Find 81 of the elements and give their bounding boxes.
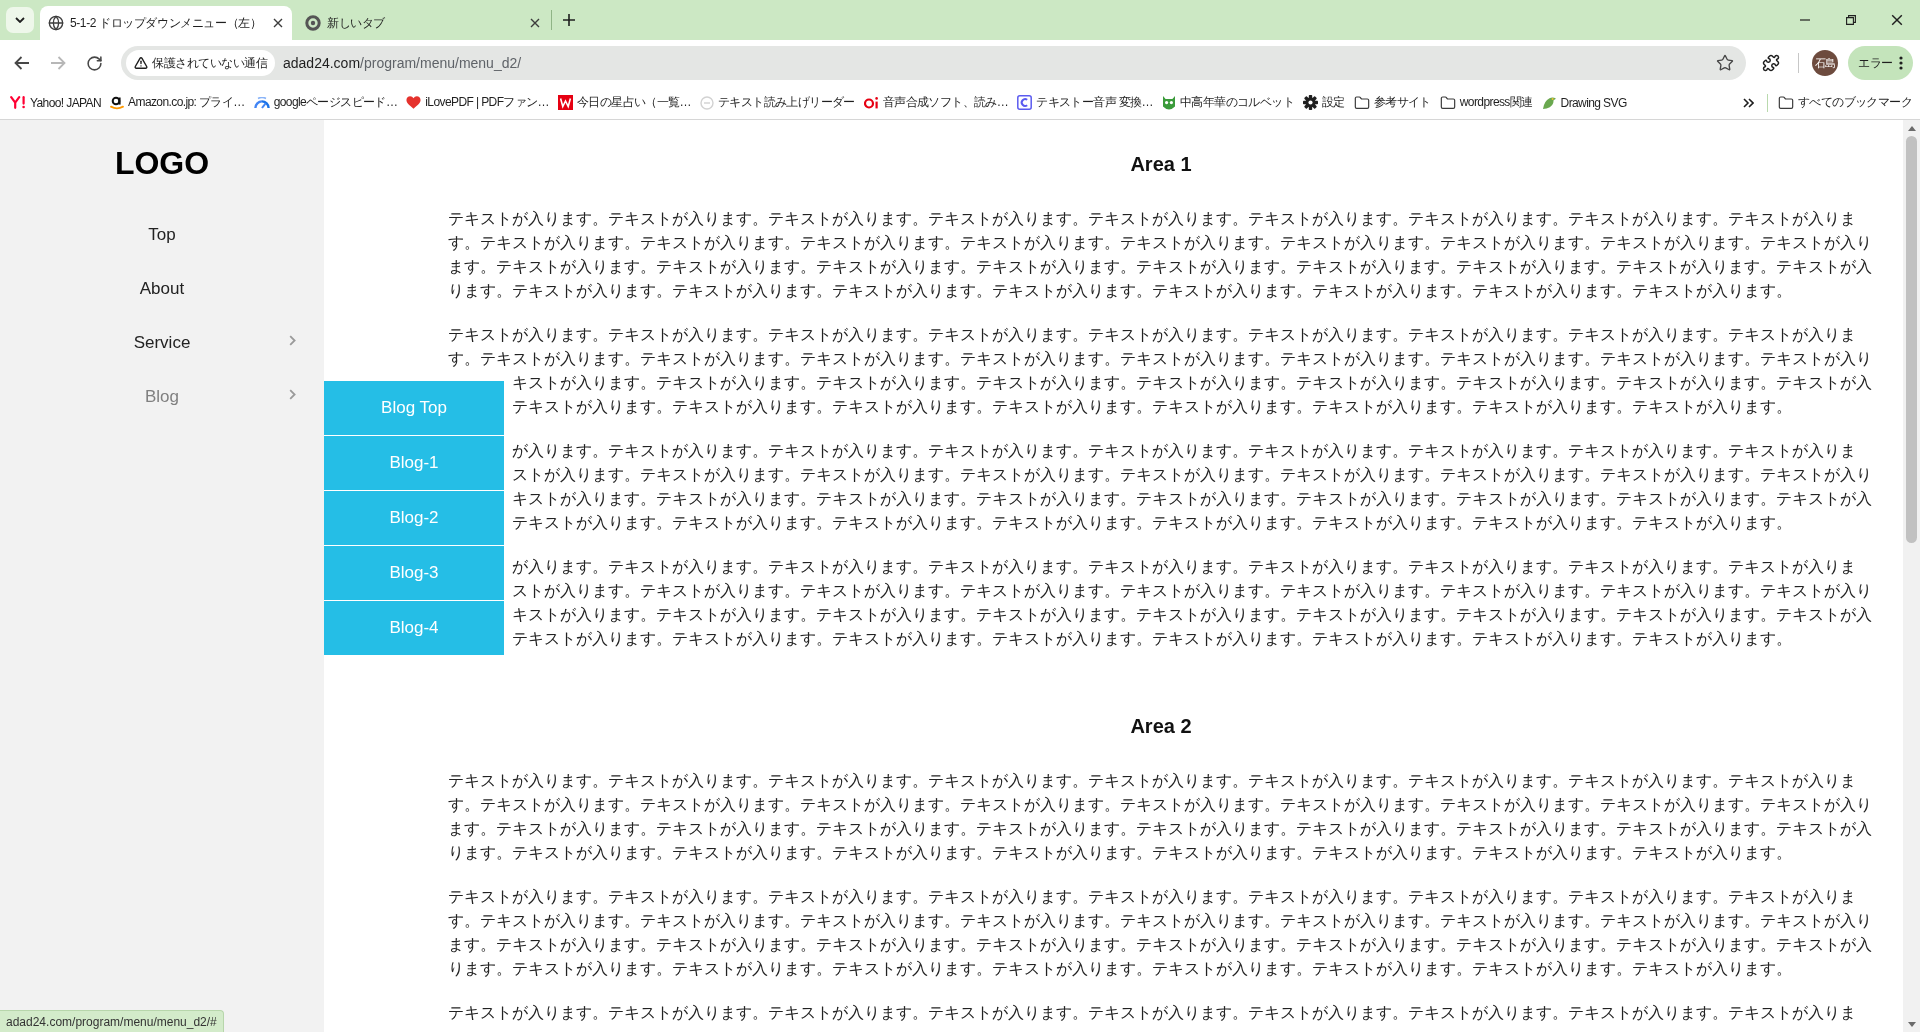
bookmark[interactable]: Drawing SVG xyxy=(1537,88,1631,117)
text-line: キストが入ります。テキストが入ります。テキストが入ります。テキストが入ります。テキストが入ります。テキストが入ります。テキストが入ります。テキストが入ります。テキストが入 xyxy=(512,373,1872,393)
scroll-up-icon[interactable] xyxy=(1907,126,1916,131)
restore-icon xyxy=(1846,15,1856,25)
close-icon xyxy=(1891,14,1903,26)
url-text: adad24.com/program/menu/menu_d2/ xyxy=(283,55,523,71)
bookmark[interactable]: 設定 xyxy=(1298,88,1349,117)
circle-icon xyxy=(700,95,714,110)
settings-icon xyxy=(1302,95,1318,110)
status-url: adad24.com/program/menu/menu_d2/# xyxy=(0,1010,224,1032)
bookmark[interactable]: 中高年華のコルベット xyxy=(1157,88,1298,117)
scroll-down-icon[interactable] xyxy=(1907,1022,1916,1027)
back-arrow-icon xyxy=(14,56,30,70)
animal-face-icon xyxy=(1161,94,1176,111)
text-line: ストが入ります。テキストが入ります。テキストが入ります。テキストが入ります。テキストが入ります。テキストが入ります。テキストが入ります。テキストが入ります。テキストが入り xyxy=(512,465,1872,485)
plus-icon xyxy=(563,14,575,26)
double-chevron-icon xyxy=(1743,97,1755,108)
logo-icon xyxy=(863,96,879,109)
text-line: が入ります。テキストが入ります。テキストが入ります。テキストが入ります。テキストが入ります。テキストが入ります。テキストが入ります。テキストが入ります。テキストが入りま xyxy=(512,557,1856,577)
section-heading: Area 1 xyxy=(1129,152,1193,177)
bookmark[interactable]: テキスト読み上げリーダー xyxy=(696,88,859,117)
chevron-down-icon xyxy=(15,17,25,23)
text-line: テキストが入ります。テキストが入ります。テキストが入ります。テキストが入ります。テキストが入ります。テキストが入ります。テキストが入ります。テキストが入ります。 xyxy=(512,513,1792,533)
text-line: キストが入ります。テキストが入ります。テキストが入ります。テキストが入ります。テキストが入ります。テキストが入ります。テキストが入ります。テキストが入ります。テキストが入 xyxy=(512,605,1872,625)
logo-icon xyxy=(110,95,125,110)
bookmark-folder[interactable]: 参考サイト xyxy=(1349,88,1435,117)
scrollbar[interactable] xyxy=(1903,120,1920,1032)
globe-icon xyxy=(48,15,64,31)
nav-link[interactable]: Blog xyxy=(0,370,324,424)
logo: LOGO xyxy=(113,144,211,183)
section-heading: Area 2 xyxy=(1129,714,1193,739)
folder-icon xyxy=(1353,94,1370,111)
close-icon xyxy=(273,18,283,28)
text-line: ストが入ります。テキストが入ります。テキストが入ります。テキストが入ります。テキストが入ります。テキストが入ります。テキストが入ります。テキストが入ります。テキストが入り xyxy=(512,581,1872,601)
text-line: テキストが入ります。テキストが入ります。テキストが入ります。テキストが入ります。テキストが入ります。テキストが入ります。テキストが入ります。テキストが入ります。 xyxy=(512,629,1792,649)
minimize-icon xyxy=(1800,19,1810,21)
scrollbar-thumb[interactable] xyxy=(1906,136,1917,543)
profile-avatar[interactable]: 石島 xyxy=(1812,50,1838,76)
bookmark-folder[interactable]: すべてのブックマーク xyxy=(1774,88,1916,117)
paragraph: テキストが入ります。テキストが入ります。テキストが入ります。テキストが入ります。テキストが入ります。テキストが入ります。テキストが入ります。テキストが入ります。テキストが入ります。テキストが入ります。テキストが入ります。テキストが入ります。テキストが入ります。テキストが入ります。テキストが入ります。テキストが入ります。テキストが入ります。テキストが入ります。テキストが入ります。テキストが入ります。テキストが入ります。テキストが入ります。テキストが入ります。テキストが入ります。テキストが入ります。テキストが入ります。テキストが入ります。テキストが入ります。テキストが入ります。テキストが入ります。テキストが入ります。テキストが入ります。テキストが入ります。テキストが入ります。テキストが入ります。 xyxy=(448,887,1873,979)
folder-icon xyxy=(1778,94,1794,111)
bookmark[interactable]: テキストー音声 変換… xyxy=(1013,88,1157,117)
leaf-icon xyxy=(1541,95,1557,110)
bookmark-folder[interactable]: wordpress関連 xyxy=(1435,88,1537,117)
logo-icon xyxy=(1017,95,1033,110)
bookmark[interactable]: iLovePDF | PDFファン… xyxy=(402,88,553,117)
puzzle-icon xyxy=(1762,54,1780,72)
text-line: テキストが入ります。テキストが入ります。テキストが入ります。テキストが入ります。テキストが入ります。テキストが入ります。テキストが入ります。テキストが入ります。 xyxy=(512,397,1792,417)
star-icon[interactable] xyxy=(1716,54,1734,72)
reload-icon xyxy=(85,54,103,72)
warning-icon xyxy=(134,56,148,70)
bookmark[interactable]: Yahoo! JAPAN xyxy=(6,88,106,117)
nav-link[interactable]: About xyxy=(0,262,324,316)
logo-icon xyxy=(558,95,573,110)
paragraph: テキストが入ります。テキストが入ります。テキストが入ります。テキストが入ります。テキストが入ります。テキストが入ります。テキストが入ります。テキストが入ります。テキストが入ります。テキストが入ります。テキストが入ります。テキストが入ります。テキストが入ります。テキストが入ります。テキストが入ります。テキストが入ります。テキストが入ります。テキストが入ります。テキストが入ります。テキストが入ります。テキストが入ります。テキストが入ります。テキストが入ります。テキストが入ります。テキストが入ります。テキストが入ります。テキストが入ります。テキストが入ります。テキストが入ります。テキストが入ります。テキストが入ります。テキストが入ります。テキストが入ります。テキストが入ります。テキストが入ります。 xyxy=(448,771,1873,863)
bookmark[interactable]: googleページスピード… xyxy=(249,88,402,117)
forward-arrow-icon xyxy=(50,56,66,70)
browser-tab[interactable]: 新しいタブ xyxy=(297,6,549,40)
text-line: す。テキストが入ります。テキストが入ります。テキストが入ります。テキストが入ります。テキストが入ります。テキストが入ります。テキストが入ります。テキストが入ります。テキストが入り xyxy=(448,349,1872,369)
logo-icon xyxy=(10,96,26,109)
menu-button[interactable]: エラー xyxy=(1848,46,1913,80)
address-bar[interactable]: 保護されていない通信 adad24.com/program/menu/menu_d2/ xyxy=(121,46,1746,80)
security-chip[interactable]: 保護されていない通信 xyxy=(126,50,275,76)
text-line: キストが入ります。テキストが入ります。テキストが入ります。テキストが入ります。テキストが入ります。テキストが入ります。テキストが入ります。テキストが入ります。テキストが入 xyxy=(512,489,1872,509)
paragraph: テキストが入ります。テキストが入ります。テキストが入ります。テキストが入ります。テキストが入ります。テキストが入ります。テキストが入ります。テキストが入ります。テキストが入ります。テキストが入ります。テキストが入ります。テキストが入ります。テキストが入ります。テキストが入ります。テキストが入ります。テキストが入ります。テキストが入ります。テキストが入ります。テキストが入ります。テキストが入ります。テキストが入ります。テキストが入ります。テキストが入ります。テキストが入ります。テキストが入ります。テキストが入ります。テキストが入ります。テキストが入ります。テキストが入ります。テキストが入ります。テキストが入ります。テキストが入ります。テキストが入ります。テキストが入ります。テキストが入ります。 xyxy=(448,209,1873,301)
nav-link[interactable]: Service xyxy=(0,316,324,370)
paragraph: テキストが入ります。テキストが入ります。テキストが入ります。テキストが入ります。テキストが入ります。テキストが入ります。テキストが入ります。テキストが入ります。テキストが入りま xyxy=(448,1003,1857,1023)
nav-link[interactable]: Top xyxy=(0,208,324,262)
more-icon xyxy=(1898,56,1903,70)
text-line: が入ります。テキストが入ります。テキストが入ります。テキストが入ります。テキストが入ります。テキストが入ります。テキストが入ります。テキストが入ります。テキストが入りま xyxy=(512,441,1856,461)
bookmark[interactable]: 音声合成ソフト、読み… xyxy=(859,88,1013,117)
tab-search-button[interactable] xyxy=(6,7,34,33)
ring-icon xyxy=(305,15,321,31)
bookmark[interactable]: Amazon.co.jp: プライ… xyxy=(106,88,249,117)
close-icon xyxy=(530,18,540,28)
folder-icon xyxy=(1439,94,1456,111)
browser-tab[interactable]: 5-1-2 ドロップダウンメニュー（左） xyxy=(40,6,292,40)
text-line: テキストが入ります。テキストが入ります。テキストが入ります。テキストが入ります。テキストが入ります。テキストが入ります。テキストが入ります。テキストが入ります。テキストが入りま xyxy=(448,325,1856,345)
bookmark[interactable]: 今日の星占い（一覧… xyxy=(554,88,695,117)
heart-icon xyxy=(406,96,422,109)
gauge-icon xyxy=(253,96,270,109)
